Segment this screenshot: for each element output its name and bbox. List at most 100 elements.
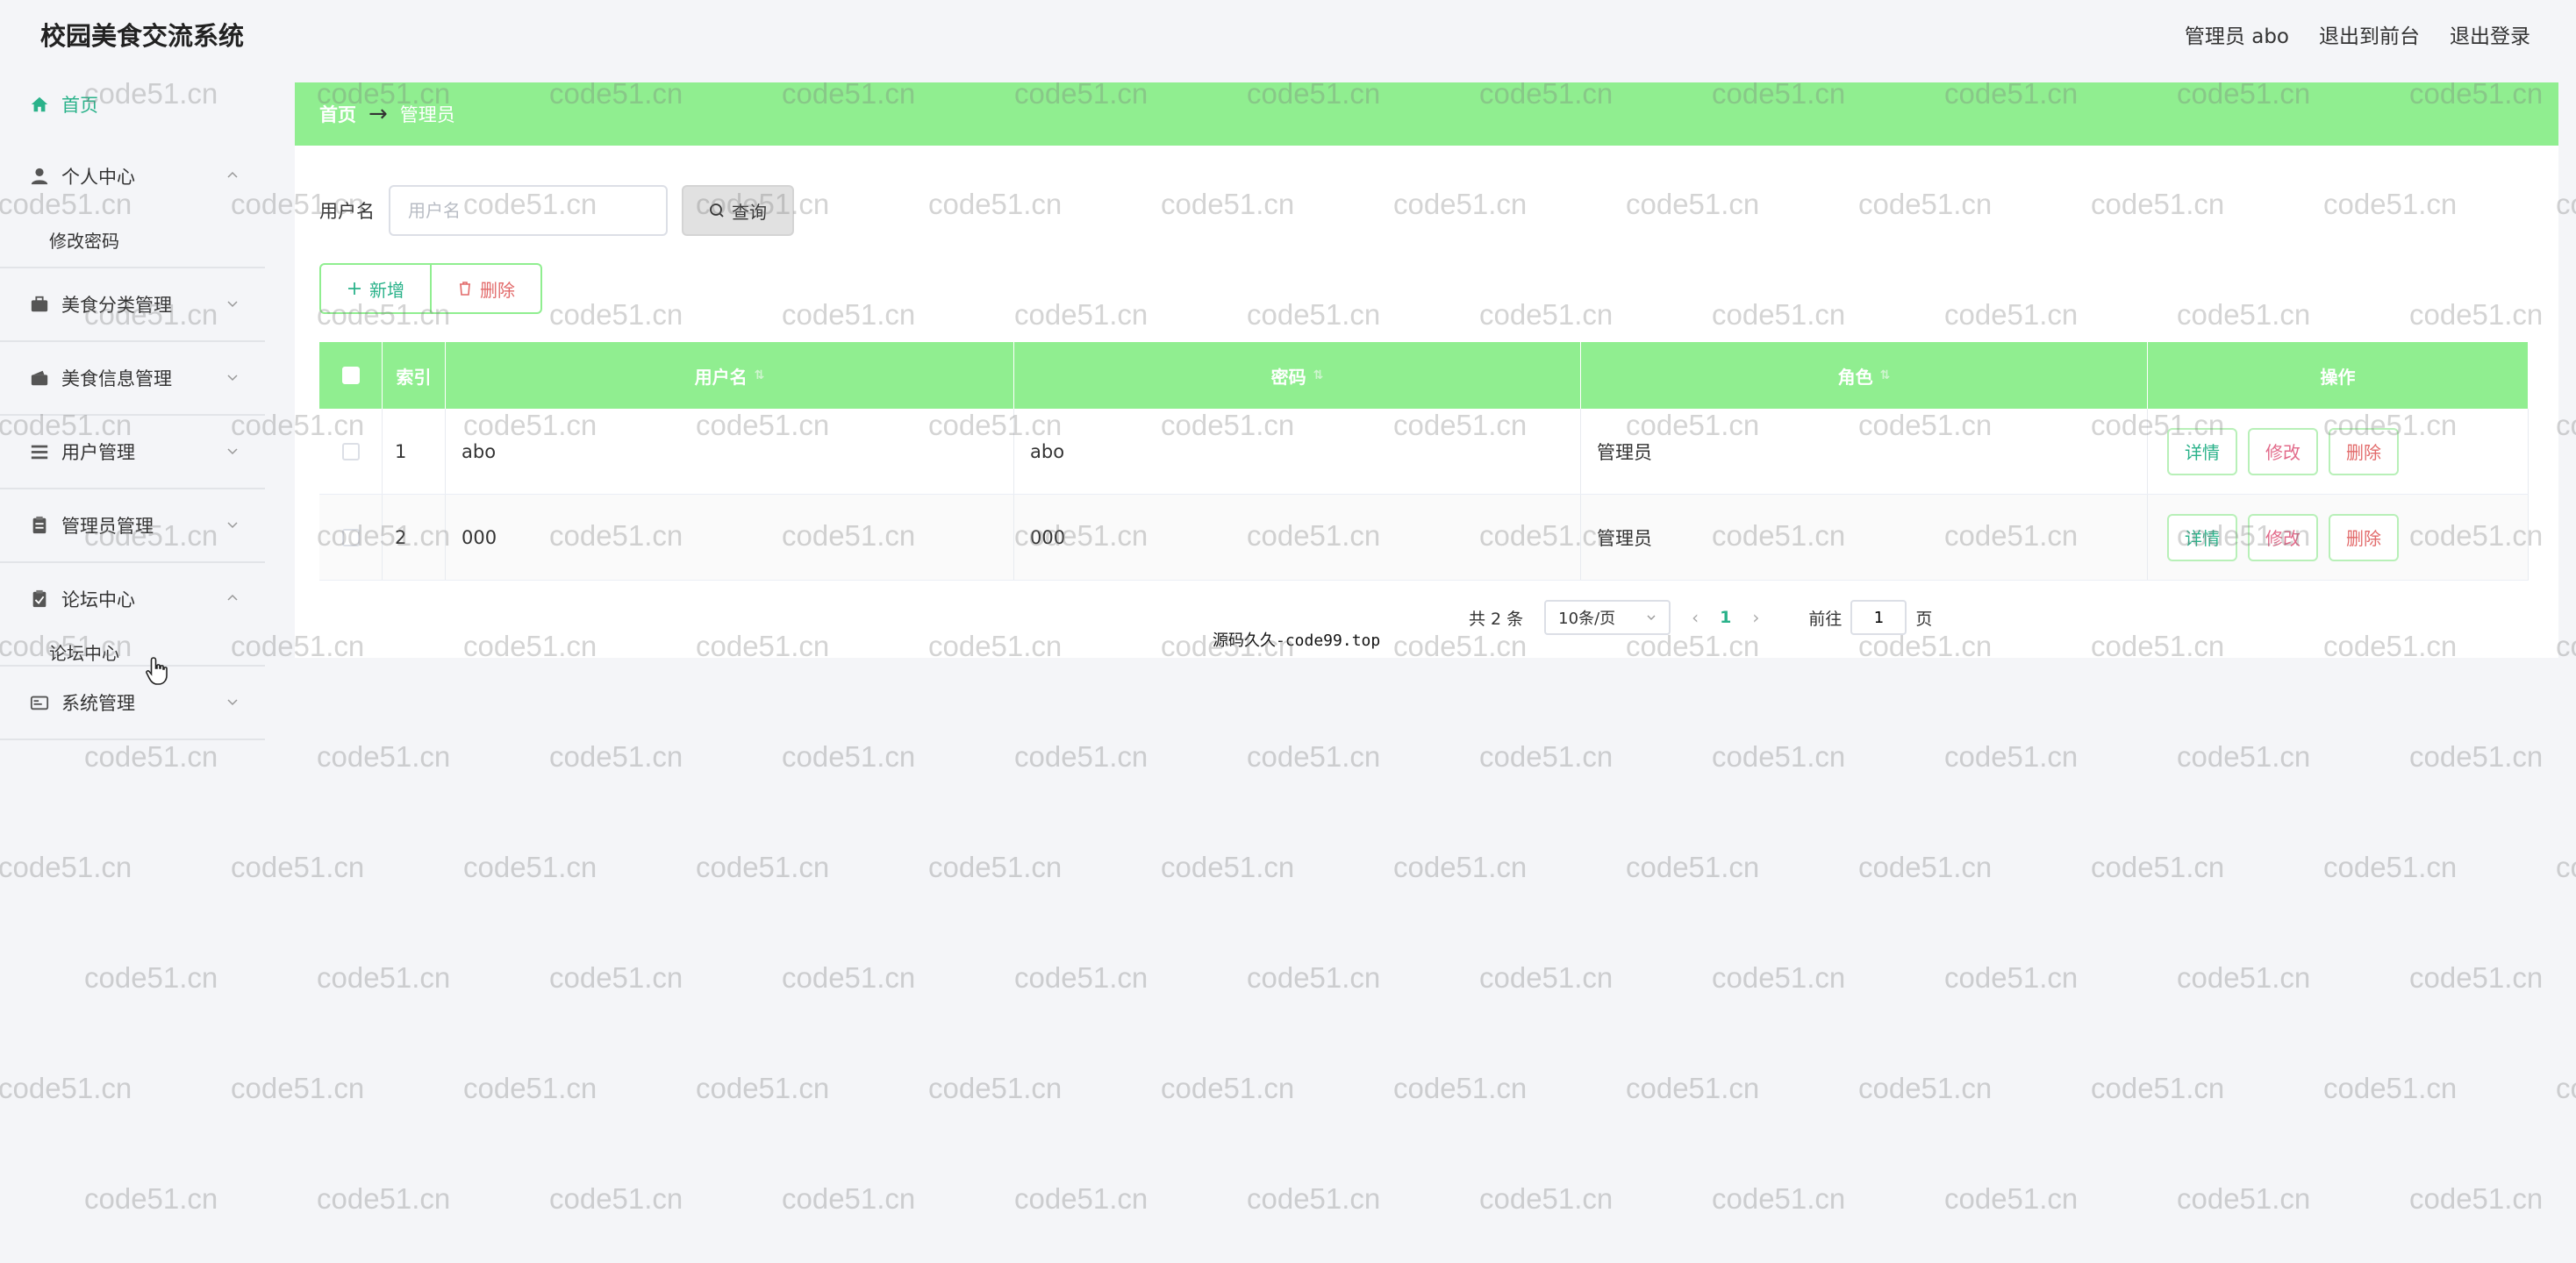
select-all-checkbox[interactable]: [341, 367, 360, 384]
delete-button-label: 删除: [480, 279, 515, 301]
cell-index: 2: [383, 495, 446, 580]
sidebar: 首页 个人中心 修改密码 美食分类管理 美食信息管理 用户管理 管理员管理 论坛…: [0, 68, 265, 1263]
wallet-icon: [30, 368, 49, 388]
watermark-text: code51.cn: [2323, 851, 2458, 883]
watermark-text: code51.cn: [2177, 740, 2311, 773]
watermark-text: code51.cn: [1247, 961, 1381, 994]
header-index: 索引: [383, 342, 446, 409]
page-number[interactable]: 1: [1720, 608, 1731, 627]
search-label: 用户名: [319, 201, 375, 222]
watermark-text: code51.cn: [1626, 851, 1760, 883]
page-unit-label: 页: [1915, 609, 1933, 629]
sidebar-item-home[interactable]: 首页: [0, 68, 265, 140]
watermark-text: code51.cn: [1014, 961, 1148, 994]
sort-icon: ⇅: [754, 368, 765, 382]
back-to-front-link[interactable]: 退出到前台: [2319, 19, 2420, 49]
batch-delete-button[interactable]: 删除: [432, 263, 542, 314]
page-size-select[interactable]: 10条/页: [1544, 600, 1671, 635]
add-button[interactable]: 新增: [319, 263, 432, 314]
goto-page-input[interactable]: [1850, 600, 1907, 635]
cell-ops: 详情 修改 删除: [2148, 409, 2529, 494]
main-panel: 首页 → 管理员 用户名 查询 新增 删除 索引 用户名⇅ 密码⇅ 角色⇅ 操作: [295, 82, 2558, 658]
watermark-text: code51.cn: [463, 851, 597, 883]
detail-button[interactable]: 详情: [2167, 513, 2237, 561]
watermark-text: code51.cn: [2409, 961, 2544, 994]
list-icon: [30, 442, 49, 461]
username-search-input[interactable]: [389, 185, 668, 236]
watermark-text: code51.cn: [696, 851, 830, 883]
edit-button[interactable]: 修改: [2248, 427, 2318, 475]
watermark-text: code51.cn: [696, 1072, 830, 1104]
card-icon: [30, 693, 49, 712]
detail-button[interactable]: 详情: [2167, 427, 2237, 475]
sidebar-item-admin-management[interactable]: 管理员管理: [0, 489, 265, 561]
next-page-button[interactable]: ›: [1752, 607, 1759, 628]
sidebar-item-label: 管理员管理: [61, 516, 154, 537]
watermark-text: code51.cn: [1479, 740, 1614, 773]
logout-link[interactable]: 退出登录: [2450, 19, 2530, 49]
goto-label: 前往: [1808, 609, 1843, 629]
watermark-text: code51.cn: [1944, 961, 2079, 994]
breadcrumb-current: 管理员: [399, 104, 455, 125]
edit-button[interactable]: 修改: [2248, 513, 2318, 561]
watermark-text: code51.cn: [2556, 188, 2576, 220]
current-user-label[interactable]: 管理员 abo: [2185, 19, 2289, 49]
watermark-text: code51.cn: [2556, 409, 2576, 441]
row-checkbox[interactable]: [341, 442, 360, 460]
breadcrumb-home[interactable]: 首页: [319, 101, 356, 127]
add-button-label: 新增: [369, 279, 404, 301]
cell-username: abo: [446, 409, 1014, 494]
cell-password: abo: [1014, 409, 1581, 494]
sidebar-subitem-change-password[interactable]: 修改密码: [0, 212, 265, 267]
cell-password: 000: [1014, 495, 1581, 580]
delete-button[interactable]: 删除: [2329, 427, 2399, 475]
query-button[interactable]: 查询: [682, 185, 794, 236]
watermark-text: code51.cn: [463, 1072, 597, 1104]
sidebar-item-label: 论坛中心: [61, 589, 135, 610]
prev-page-button[interactable]: ‹: [1692, 607, 1699, 628]
watermark-text: code51.cn: [782, 740, 916, 773]
divider: [0, 739, 265, 740]
query-button-label: 查询: [732, 201, 767, 223]
cell-role: 管理员: [1581, 409, 2148, 494]
watermark-text: code51.cn: [1858, 1072, 1993, 1104]
sidebar-item-food-category[interactable]: 美食分类管理: [0, 268, 265, 340]
row-checkbox[interactable]: [341, 528, 360, 546]
watermark-text: code51.cn: [2091, 1072, 2225, 1104]
watermark-text: code51.cn: [1014, 740, 1148, 773]
header-role[interactable]: 角色 ⇅: [1581, 342, 2148, 409]
sort-icon: ⇅: [1313, 368, 1324, 382]
watermark-text: code51.cn: [2177, 961, 2311, 994]
table-header: 索引 用户名 ⇅ 密码 ⇅ 角色 ⇅ 操作: [319, 342, 2529, 409]
watermark-text: code51.cn: [1626, 1072, 1760, 1104]
watermark-text: code51.cn: [2409, 1182, 2544, 1215]
sidebar-item-system-management[interactable]: 系统管理: [0, 667, 265, 739]
sidebar-item-food-info[interactable]: 美食信息管理: [0, 342, 265, 414]
watermark-text: code51.cn: [1247, 740, 1381, 773]
chevron-down-icon: [227, 448, 238, 455]
watermark-text: code51.cn: [1944, 740, 2079, 773]
watermark-text: code51.cn: [549, 740, 683, 773]
watermark-text: code51.cn: [782, 1182, 916, 1215]
header-password[interactable]: 密码 ⇅: [1014, 342, 1581, 409]
sidebar-item-forum-center[interactable]: 论坛中心 论坛中心: [0, 563, 265, 665]
search-bar: 用户名 查询: [319, 185, 794, 236]
watermark-text: code51.cn: [1393, 851, 1528, 883]
sidebar-item-label: 首页: [61, 95, 98, 116]
watermark-text: code51.cn: [2556, 851, 2576, 883]
sidebar-item-personal-center[interactable]: 个人中心 修改密码: [0, 140, 265, 267]
chevron-up-icon: [227, 594, 238, 601]
header-username[interactable]: 用户名 ⇅: [446, 342, 1014, 409]
chevron-down-icon: [227, 375, 238, 382]
breadcrumb: 首页 → 管理员: [295, 82, 2558, 146]
sidebar-item-user-management[interactable]: 用户管理: [0, 416, 265, 488]
chevron-down-icon: [227, 301, 238, 308]
sort-icon: ⇅: [1879, 368, 1891, 382]
delete-button[interactable]: 删除: [2329, 513, 2399, 561]
watermark-text: code51.cn: [1014, 1182, 1148, 1215]
sidebar-subitem-forum[interactable]: 论坛中心: [0, 635, 265, 665]
watermark-text: code51.cn: [928, 851, 1063, 883]
chevron-down-icon: [227, 699, 238, 706]
watermark-text: code51.cn: [1161, 851, 1295, 883]
watermark-text: code51.cn: [1247, 1182, 1381, 1215]
